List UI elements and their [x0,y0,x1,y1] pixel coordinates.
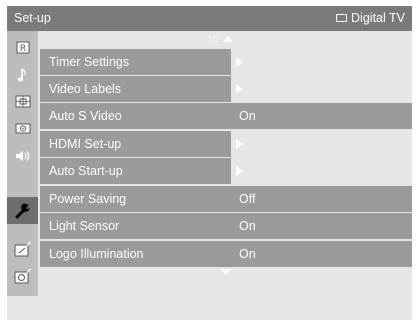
menu-item-label: HDMI Set-up [40,131,231,157]
menu-item-value[interactable]: On [231,241,412,267]
digital-timer-icon [14,268,31,283]
sidebar-item-digital-setup[interactable] [7,235,38,262]
digital-setup-icon [14,241,31,256]
page-indicator: 1/2 [207,34,233,44]
submenu-arrow-icon [236,166,243,176]
screen-format-icon [15,95,30,108]
sidebar: R [7,31,38,296]
menu-item-label: Power Saving [40,186,231,212]
sidebar-item-setup[interactable] [7,197,38,224]
source-label: Digital TV [351,11,405,25]
menu-item-label: Auto S Video [40,103,231,129]
sidebar-item-sound[interactable] [7,61,38,88]
page-number: 1/2 [207,34,220,44]
menu-item-value[interactable]: On [231,213,412,239]
svg-text:R: R [19,44,25,54]
sidebar-item-screen[interactable] [7,88,38,115]
submenu-arrow-icon [236,139,243,149]
tv-screen-icon [336,14,348,22]
scroll-up-icon[interactable] [222,36,233,42]
speaker-icon [15,150,29,161]
menu-item-value[interactable]: Off [231,186,412,212]
submenu-arrow-icon [236,57,243,67]
scroll-down-icon[interactable] [220,269,232,275]
sidebar-item-features[interactable] [7,115,38,142]
sidebar-item-picture[interactable]: R [7,34,38,61]
music-note-icon [17,67,26,81]
menu-item-label: Logo Illumination [40,241,231,267]
features-icon [15,123,30,134]
wrench-icon [15,203,30,218]
sidebar-item-digital-timer[interactable] [7,262,38,289]
menu-item-label: Light Sensor [40,213,231,239]
submenu-arrow-icon [236,84,243,94]
menu-item-label: Auto Start-up [40,158,231,184]
menu-item-value[interactable]: On [231,103,412,129]
header-bar: Set-up Digital TV [7,6,412,31]
source-indicator: Digital TV [336,11,405,25]
menu-item-label: Timer Settings [40,49,231,75]
setup-screen: Set-up Digital TV R 1/2 Timer Settings V… [7,6,412,320]
menu-item-label: Video Labels [40,76,231,102]
sidebar-item-audio[interactable] [7,142,38,169]
picture-icon: R [16,41,29,54]
page-title: Set-up [14,11,51,25]
